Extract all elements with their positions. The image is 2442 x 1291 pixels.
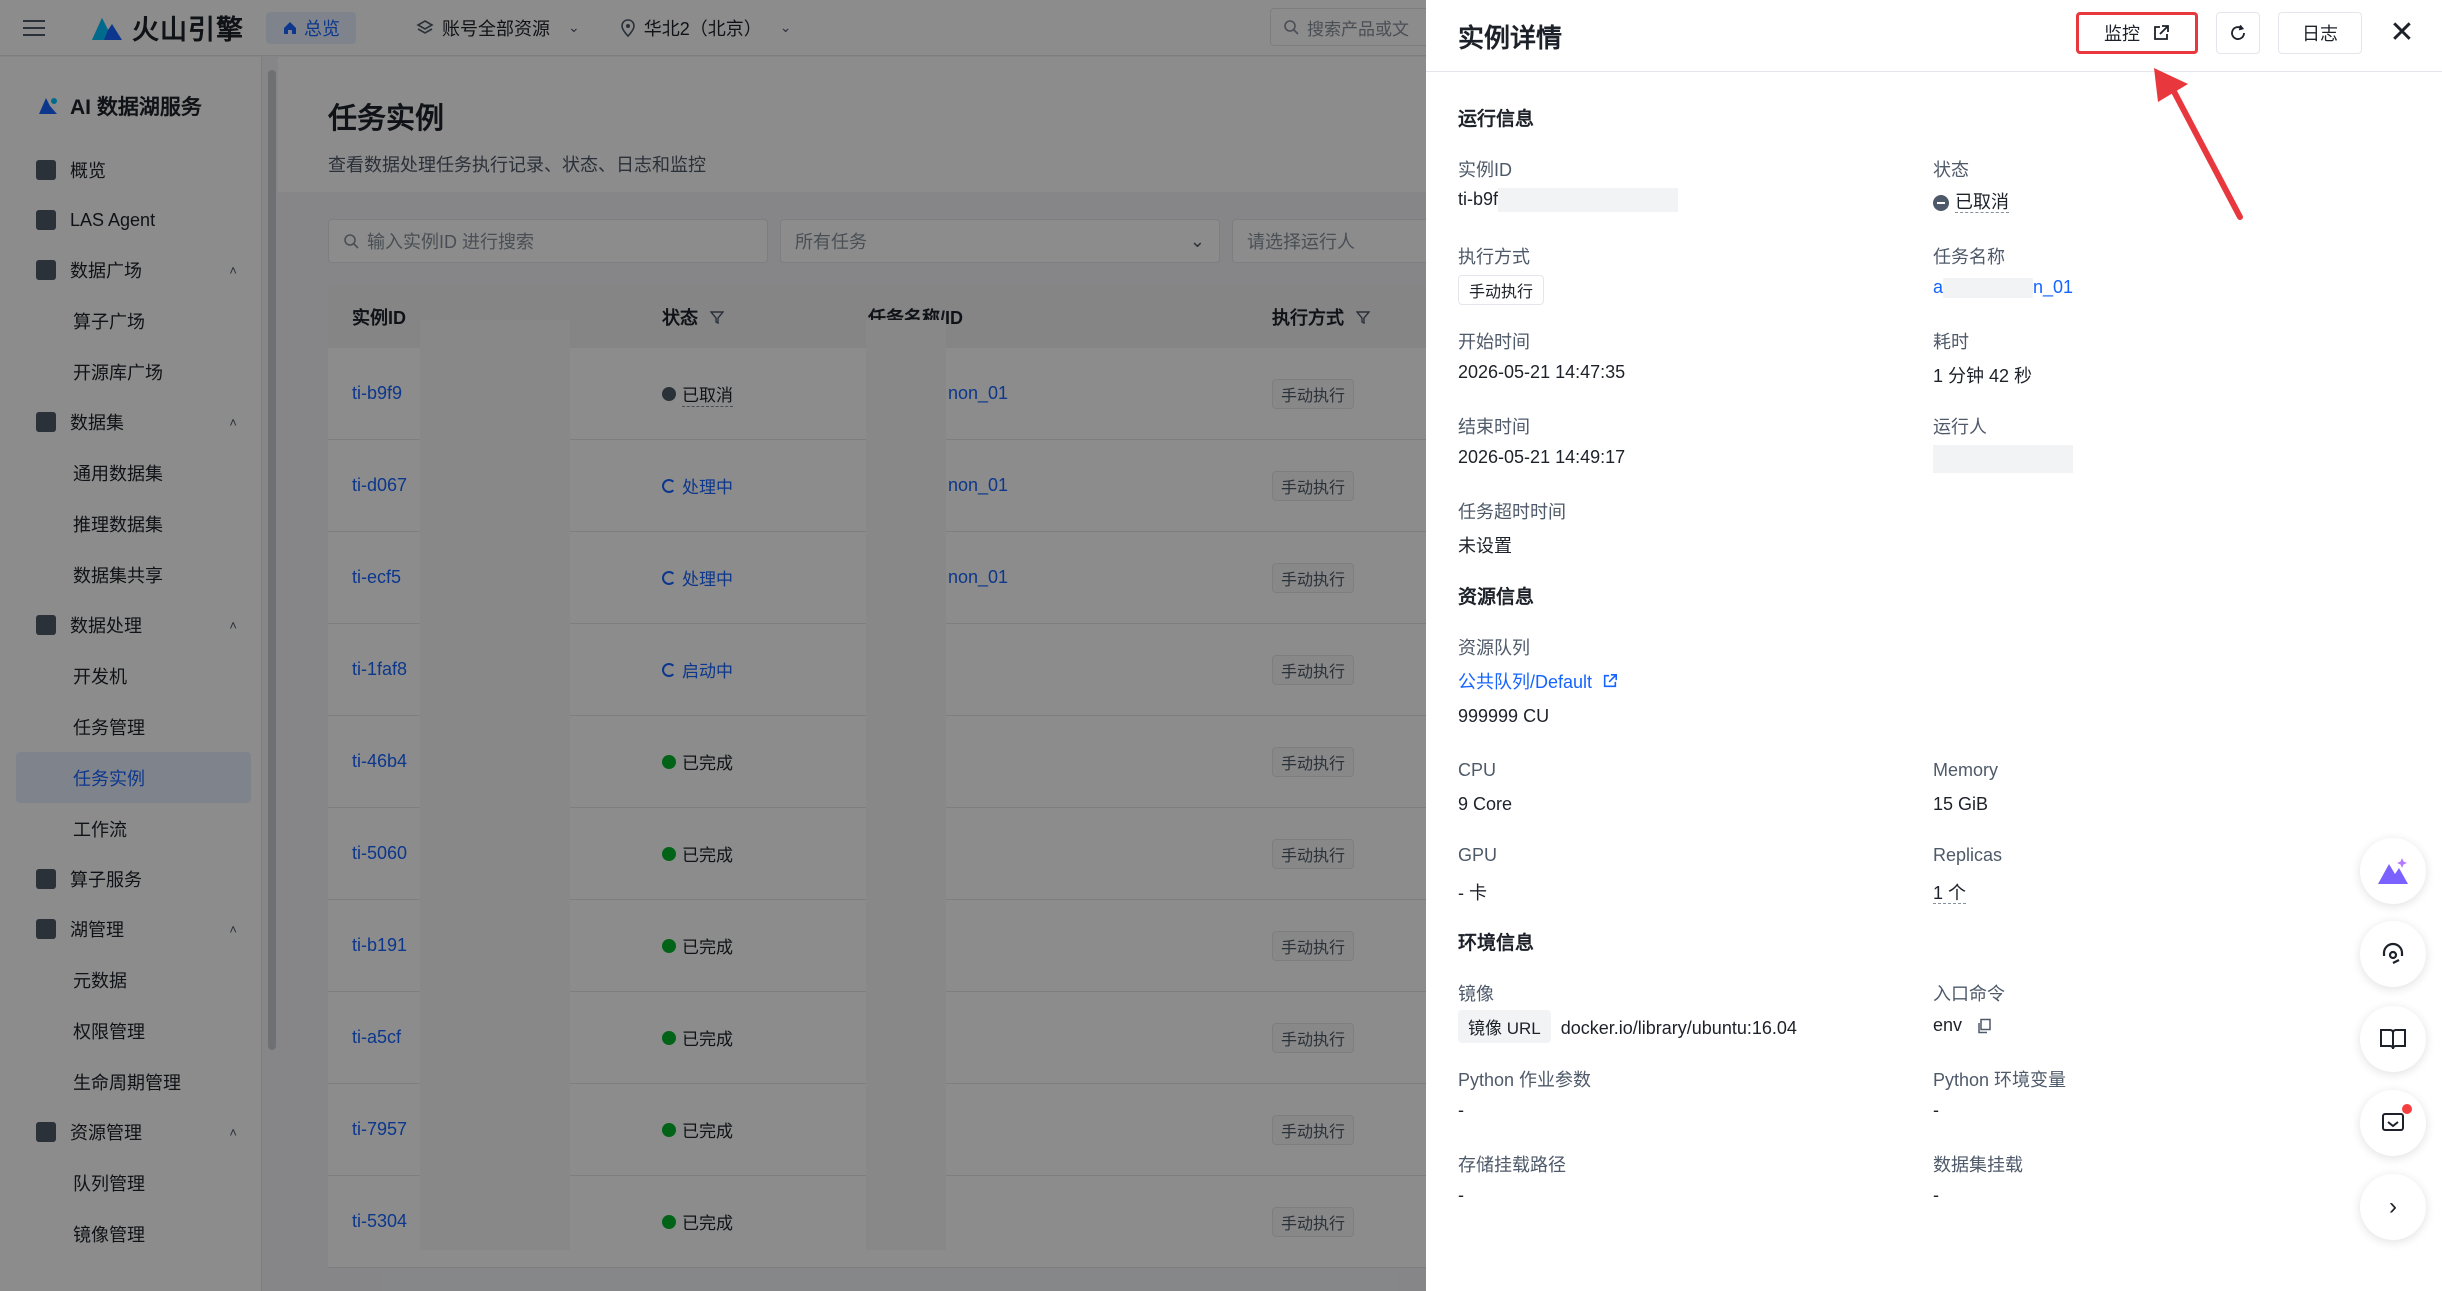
annotation-arrow xyxy=(2154,68,2243,220)
expand-button[interactable]: › xyxy=(2360,1174,2426,1240)
py-args-value: - xyxy=(1458,1100,1464,1120)
entry-label: 入口命令 xyxy=(1933,984,2005,1004)
replicas-label: Replicas xyxy=(1933,845,2003,865)
image-label: 镜像 xyxy=(1458,984,1494,1004)
end-value: 2026-05-21 14:49:17 xyxy=(1458,447,1626,467)
mount-value: - xyxy=(1458,1185,1464,1205)
exec-tag: 手动执行 xyxy=(1458,275,1545,305)
runner-label: 运行人 xyxy=(1933,417,1987,437)
replicas-value: 1 个 xyxy=(1933,879,1967,905)
refresh-icon xyxy=(2231,24,2245,40)
instance-id-value: ti-b9f xyxy=(1458,188,1679,212)
chevron-right-icon: › xyxy=(2389,1193,2397,1220)
modal-overlay[interactable] xyxy=(0,0,1426,1291)
py-env-label: Python 环境变量 xyxy=(1933,1070,2067,1090)
gpu-value: - 卡 xyxy=(1458,883,1487,903)
monitor-label: 监控 xyxy=(2104,24,2140,44)
messages-button[interactable] xyxy=(2360,1090,2426,1156)
external-link-icon xyxy=(1603,673,1618,688)
monitor-button[interactable]: 监控 xyxy=(2076,12,2198,54)
timeout-label: 任务超时时间 xyxy=(1458,502,1566,522)
image-value: 镜像 URL docker.io/library/ubuntu:16.04 xyxy=(1458,1010,1797,1043)
entry-value: env xyxy=(1933,1015,1992,1036)
close-icon[interactable]: ✕ xyxy=(2384,14,2420,50)
image-url-tag: 镜像 URL xyxy=(1458,1010,1551,1043)
end-label: 结束时间 xyxy=(1458,417,1530,437)
timeout-value: 未设置 xyxy=(1458,536,1512,556)
book-icon xyxy=(2380,1029,2406,1050)
dataset-label: 数据集挂载 xyxy=(1933,1155,2023,1175)
message-icon xyxy=(2382,1113,2404,1131)
resource-info-section-title: 资源信息 xyxy=(1458,587,1535,608)
queue-label: 资源队列 xyxy=(1458,638,1530,658)
py-args-label: Python 作业参数 xyxy=(1458,1070,1592,1090)
ai-assistant-button[interactable] xyxy=(2360,838,2426,904)
docs-button[interactable] xyxy=(2360,1006,2426,1072)
headset-icon xyxy=(2382,942,2404,964)
ai-mountain-icon xyxy=(2378,858,2408,884)
queue-link[interactable]: 公共队列/Default xyxy=(1458,668,1618,694)
dataset-value: - xyxy=(1933,1185,1939,1205)
start-label: 开始时间 xyxy=(1458,332,1530,352)
memory-value: 15 GiB xyxy=(1933,794,1989,814)
memory-label: Memory xyxy=(1933,760,1999,780)
mount-label: 存储挂载路径 xyxy=(1458,1155,1566,1175)
queue-value: 公共队列/Default xyxy=(1458,672,1593,692)
cu-value: 999999 CU xyxy=(1458,706,1550,726)
drawer-title: 实例详情 xyxy=(1458,23,1563,53)
task-name-link[interactable]: a n_01 xyxy=(1933,277,2074,299)
refresh-button[interactable] xyxy=(2216,12,2260,54)
masked-text xyxy=(1943,278,2034,299)
instance-detail-drawer: 实例详情 监控 日志 ✕ 运行信息 实例ID ti-b9f 状态 已取消 执行方… xyxy=(1426,0,2442,1291)
gpu-label: GPU xyxy=(1458,845,1498,865)
cpu-label: CPU xyxy=(1458,760,1497,780)
unread-badge xyxy=(2402,1104,2412,1114)
log-label: 日志 xyxy=(2302,24,2338,44)
exec-value: 手动执行 xyxy=(1458,275,1545,305)
task-name-prefix: a xyxy=(1933,277,1944,297)
env-info-section-title: 环境信息 xyxy=(1458,933,1535,954)
duration-label: 耗时 xyxy=(1933,332,1969,352)
drawer-header: 实例详情 监控 日志 ✕ xyxy=(1426,0,2442,72)
exec-label: 执行方式 xyxy=(1458,247,1530,267)
instance-id-label: 实例ID xyxy=(1458,160,1512,180)
copy-icon[interactable] xyxy=(1976,1018,1992,1034)
masked-text xyxy=(1498,188,1679,212)
duration-value: 1 分钟 42 秒 xyxy=(1933,366,2033,386)
instance-id-text: ti-b9f xyxy=(1458,188,1499,209)
status-label: 状态 xyxy=(1933,160,1969,180)
task-name-suffix: n_01 xyxy=(2033,277,2074,297)
status-value: 已取消 xyxy=(1933,188,2009,214)
log-button[interactable]: 日志 xyxy=(2278,12,2362,54)
start-value: 2026-05-21 14:47:35 xyxy=(1458,362,1626,382)
support-button[interactable] xyxy=(2360,921,2426,987)
py-env-value: - xyxy=(1933,1100,1939,1120)
replicas-text: 1 个 xyxy=(1933,883,1967,904)
cpu-value: 9 Core xyxy=(1458,794,1513,814)
task-name-label: 任务名称 xyxy=(1933,247,2005,267)
entry-text: env xyxy=(1933,1015,1963,1035)
external-link-icon xyxy=(2154,25,2169,40)
runner-value xyxy=(1933,445,2073,473)
masked-text xyxy=(1933,445,2073,473)
cancel-icon xyxy=(1933,195,1949,212)
status-text: 已取消 xyxy=(1955,192,2009,213)
image-url-text: docker.io/library/ubuntu:16.04 xyxy=(1560,1018,1797,1038)
run-info-section-title: 运行信息 xyxy=(1458,109,1535,130)
